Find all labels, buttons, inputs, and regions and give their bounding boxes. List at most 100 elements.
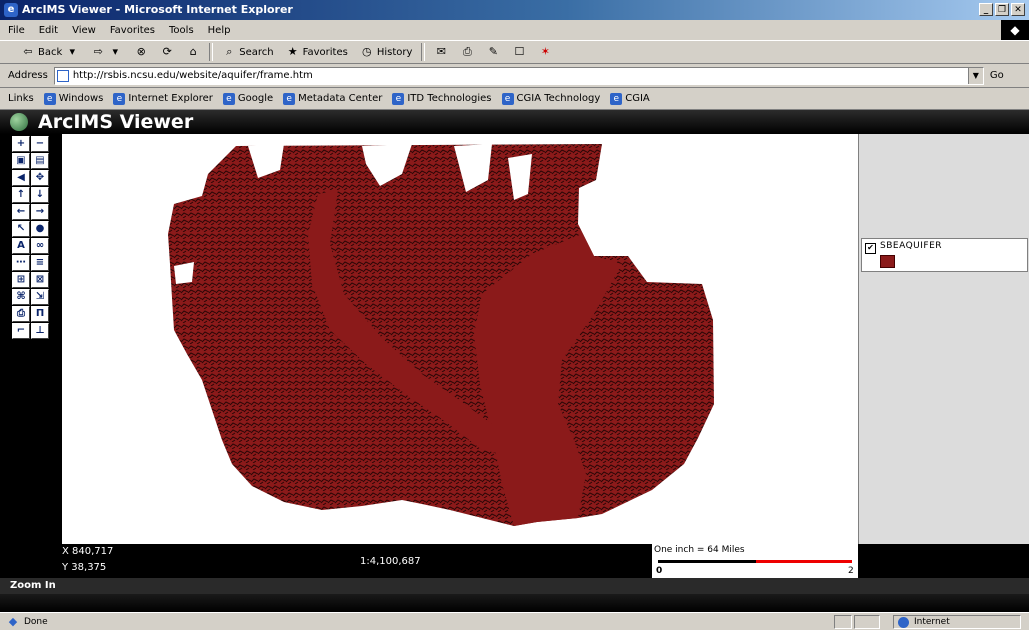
tool-mode-indicator: Zoom In [0,578,1029,594]
x-coordinate: X 840,717 [62,546,114,557]
viewer-header: ArcIMS Viewer [0,110,1029,134]
history-label: History [376,46,413,58]
select-icon[interactable]: ≡ [31,255,49,271]
options-icon[interactable]: Π [31,306,49,322]
toolbar-separator [209,43,214,61]
address-input[interactable]: http://rsbis.ncsu.edu/website/aquifer/fr… [53,66,984,85]
link-label: Metadata Center [298,93,383,104]
edit-icon: ✎ [488,45,498,58]
globe-icon [10,113,28,131]
favorites-icon: ★ [287,45,298,58]
discuss-button[interactable]: ☐ [509,42,529,62]
history-button[interactable]: ◷ History [357,42,416,62]
print-tool-icon[interactable]: ⎙ [12,306,30,322]
pan-west-icon[interactable]: ← [12,204,30,220]
toolbar-separator [421,43,426,61]
search-button[interactable]: ⌕ Search [219,42,276,62]
link-itd[interactable]: e ITD Technologies [392,92,492,105]
y-coordinate: Y 38,375 [62,562,107,573]
link-metadata[interactable]: e Metadata Center [283,92,383,105]
menu-view[interactable]: View [72,25,96,36]
browser-status-bar: ◆ Done Internet [0,612,1029,630]
stop-button[interactable]: ⊗ [131,42,151,62]
link-google[interactable]: e Google [222,92,273,105]
hyperlink-icon[interactable]: ⌘ [12,289,30,305]
messenger-button[interactable]: ✶ [535,42,555,62]
pan-north-icon[interactable]: ↑ [12,187,30,203]
scale-bar-segment [756,560,852,563]
address-bar: Address http://rsbis.ncsu.edu/website/aq… [0,64,1029,88]
menu-file[interactable]: File [8,25,25,36]
window-title-bar[interactable]: e ArcIMS Viewer - Microsoft Internet Exp… [0,0,1029,20]
pan-icon[interactable]: ✥ [31,170,49,186]
page-icon [56,69,69,82]
map-frame[interactable] [62,134,858,544]
link-internet-explorer[interactable]: e Internet Explorer [113,92,213,105]
zoom-active-icon[interactable]: ▤ [31,153,49,169]
back-label: Back [38,46,63,58]
scale-bar: One inch = 64 Miles 0 2 [652,544,858,578]
clear-selection-icon[interactable]: ⊠ [31,272,49,288]
security-zone: Internet [893,615,1021,629]
window-title: ArcIMS Viewer - Microsoft Internet Explo… [22,3,293,16]
print-button[interactable]: ⎙ [457,42,477,62]
home-icon: ⌂ [189,45,197,58]
find-icon[interactable]: A [12,238,30,254]
pan-south-icon[interactable]: ↓ [31,187,49,203]
map-canvas[interactable] [62,134,858,544]
home-button[interactable]: ⌂ [183,42,203,62]
go-button[interactable]: Go [990,70,1004,81]
refresh-button[interactable]: ⟳ [157,42,177,62]
tool-grid: + − ▣ ▤ ◀ ✥ ↑ ↓ ← → ↖ ● A ∞ ⋯ ≡ ⊞ ⊠ ⌘ ⇲ … [12,136,49,339]
mail-button[interactable]: ✉ [431,42,451,62]
pan-east-icon[interactable]: → [31,204,49,220]
chevron-down-icon[interactable]: ▼ [967,67,983,84]
link-windows[interactable]: e Windows [43,92,103,105]
zone-label: Internet [914,617,950,627]
link-cgia[interactable]: e CGIA [610,92,650,105]
menu-favorites[interactable]: Favorites [110,25,155,36]
layer-entry[interactable]: ✔ SBEAQUIFER [861,238,1028,272]
zoom-in-icon[interactable]: + [12,136,30,152]
aquifer-polygon[interactable] [168,144,714,526]
measure-icon[interactable]: ⋯ [12,255,30,271]
window-controls: _ ❐ ✕ [979,3,1025,16]
identify-icon[interactable]: ↖ [12,221,30,237]
chevron-down-icon: ▾ [69,45,76,58]
query-icon[interactable]: ⊞ [12,272,30,288]
maximize-button[interactable]: ❐ [995,3,1009,16]
menu-help[interactable]: Help [208,25,231,36]
ie-link-icon: e [43,92,56,105]
zoom-out-icon[interactable]: − [31,136,49,152]
binoculars-icon[interactable]: ∞ [31,238,49,254]
map-scale: 1:4,100,687 [360,556,421,567]
overview-icon[interactable]: ⊥ [31,323,49,339]
zoom-full-icon[interactable]: ▣ [12,153,30,169]
back-button[interactable]: ⇦ Back ▾ [18,42,82,62]
link-label: CGIA Technology [516,93,601,104]
status-text: ◆ Done [6,615,48,629]
legend-icon[interactable]: ⌐ [12,323,30,339]
zoom-last-icon[interactable]: ◀ [12,170,30,186]
menu-edit[interactable]: Edit [39,25,58,36]
status-pane [854,615,880,629]
close-button[interactable]: ✕ [1011,3,1025,16]
ie-link-icon: e [610,92,623,105]
stop-icon: ⊗ [136,45,146,58]
layer-visibility-checkbox[interactable]: ✔ [865,243,876,254]
ie-link-icon: e [113,92,126,105]
forward-button[interactable]: ⇨ ▾ [88,42,125,62]
scale-bar-start: 0 [656,566,663,576]
minimize-button[interactable]: _ [979,3,993,16]
links-label: Links [8,93,34,104]
menu-tools[interactable]: Tools [169,25,194,36]
buffer-icon[interactable]: ⇲ [31,289,49,305]
favorites-button[interactable]: ★ Favorites [283,42,351,62]
link-cgia-tech[interactable]: e CGIA Technology [501,92,601,105]
messenger-icon: ✶ [540,45,550,58]
history-icon: ◷ [362,45,372,58]
edit-button[interactable]: ✎ [483,42,503,62]
refresh-icon: ⟳ [162,45,172,58]
scale-bar-label: One inch = 64 Miles [654,545,745,555]
info-icon[interactable]: ● [31,221,49,237]
